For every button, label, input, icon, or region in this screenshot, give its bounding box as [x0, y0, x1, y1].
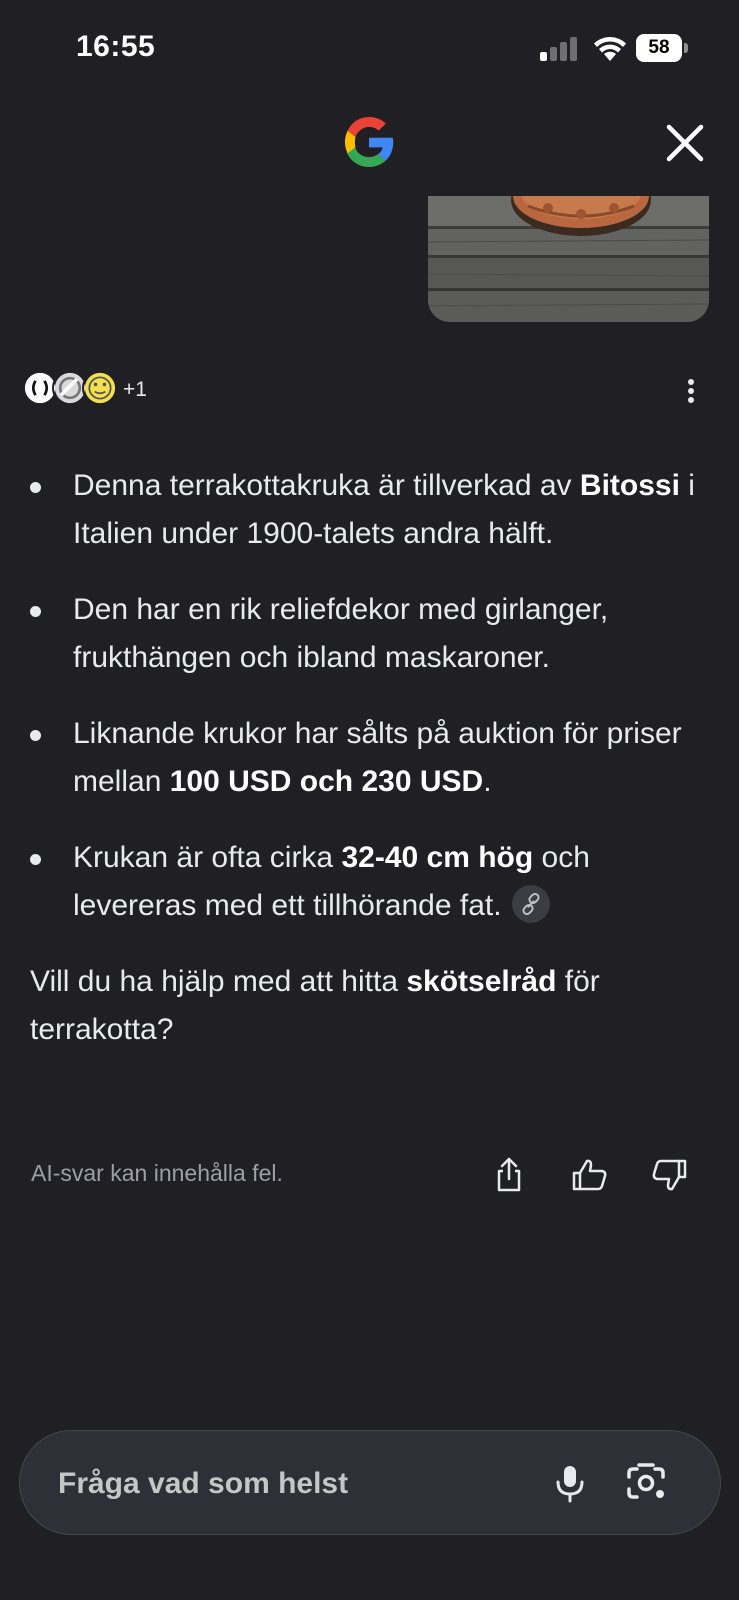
battery-icon: 58	[636, 34, 688, 62]
google-g-icon	[344, 116, 394, 168]
thumbs-down-icon[interactable]	[648, 1154, 690, 1196]
screen: 16:55 58 +1 Denna terrakottakruka är til…	[0, 0, 739, 1600]
answer-bullet: Liknande krukor har sålts på auktion för…	[30, 710, 710, 806]
close-button[interactable]	[660, 118, 710, 168]
ask-input[interactable]: Fråga vad som helst	[19, 1430, 721, 1535]
answer-bullet: Krukan är ofta cirka 32-40 cm hög och le…	[30, 834, 710, 930]
cellular-signal-icon	[540, 37, 578, 61]
thumbs-up-icon[interactable]	[569, 1154, 611, 1196]
battery-level: 58	[636, 34, 682, 62]
source-favicon-3	[82, 370, 118, 406]
followup-question: Vill du ha hjälp med att hitta skötselrå…	[30, 965, 600, 1046]
status-bar: 16:55 58	[0, 0, 739, 100]
mic-icon[interactable]	[548, 1461, 592, 1505]
wifi-icon	[594, 37, 626, 61]
answer-bullet: Den har en rik reliefdekor med girlanger…	[30, 586, 710, 682]
share-icon[interactable]	[488, 1154, 530, 1196]
source-link-icon[interactable]	[511, 885, 550, 924]
ai-answer: Denna terrakottakruka är tillverkad av B…	[30, 462, 710, 1054]
ask-input-placeholder: Fråga vad som helst	[58, 1467, 349, 1500]
more-options-icon[interactable]	[676, 376, 706, 410]
ai-disclaimer: AI-svar kan innehålla fel.	[31, 1160, 283, 1186]
sources-count: +1	[123, 378, 147, 401]
status-time: 16:55	[76, 30, 156, 63]
answer-bullet: Denna terrakottakruka är tillverkad av B…	[30, 462, 710, 558]
sources-row[interactable]: +1	[22, 366, 182, 410]
camera-lens-icon[interactable]	[623, 1461, 669, 1505]
query-image-thumbnail[interactable]	[428, 196, 709, 322]
